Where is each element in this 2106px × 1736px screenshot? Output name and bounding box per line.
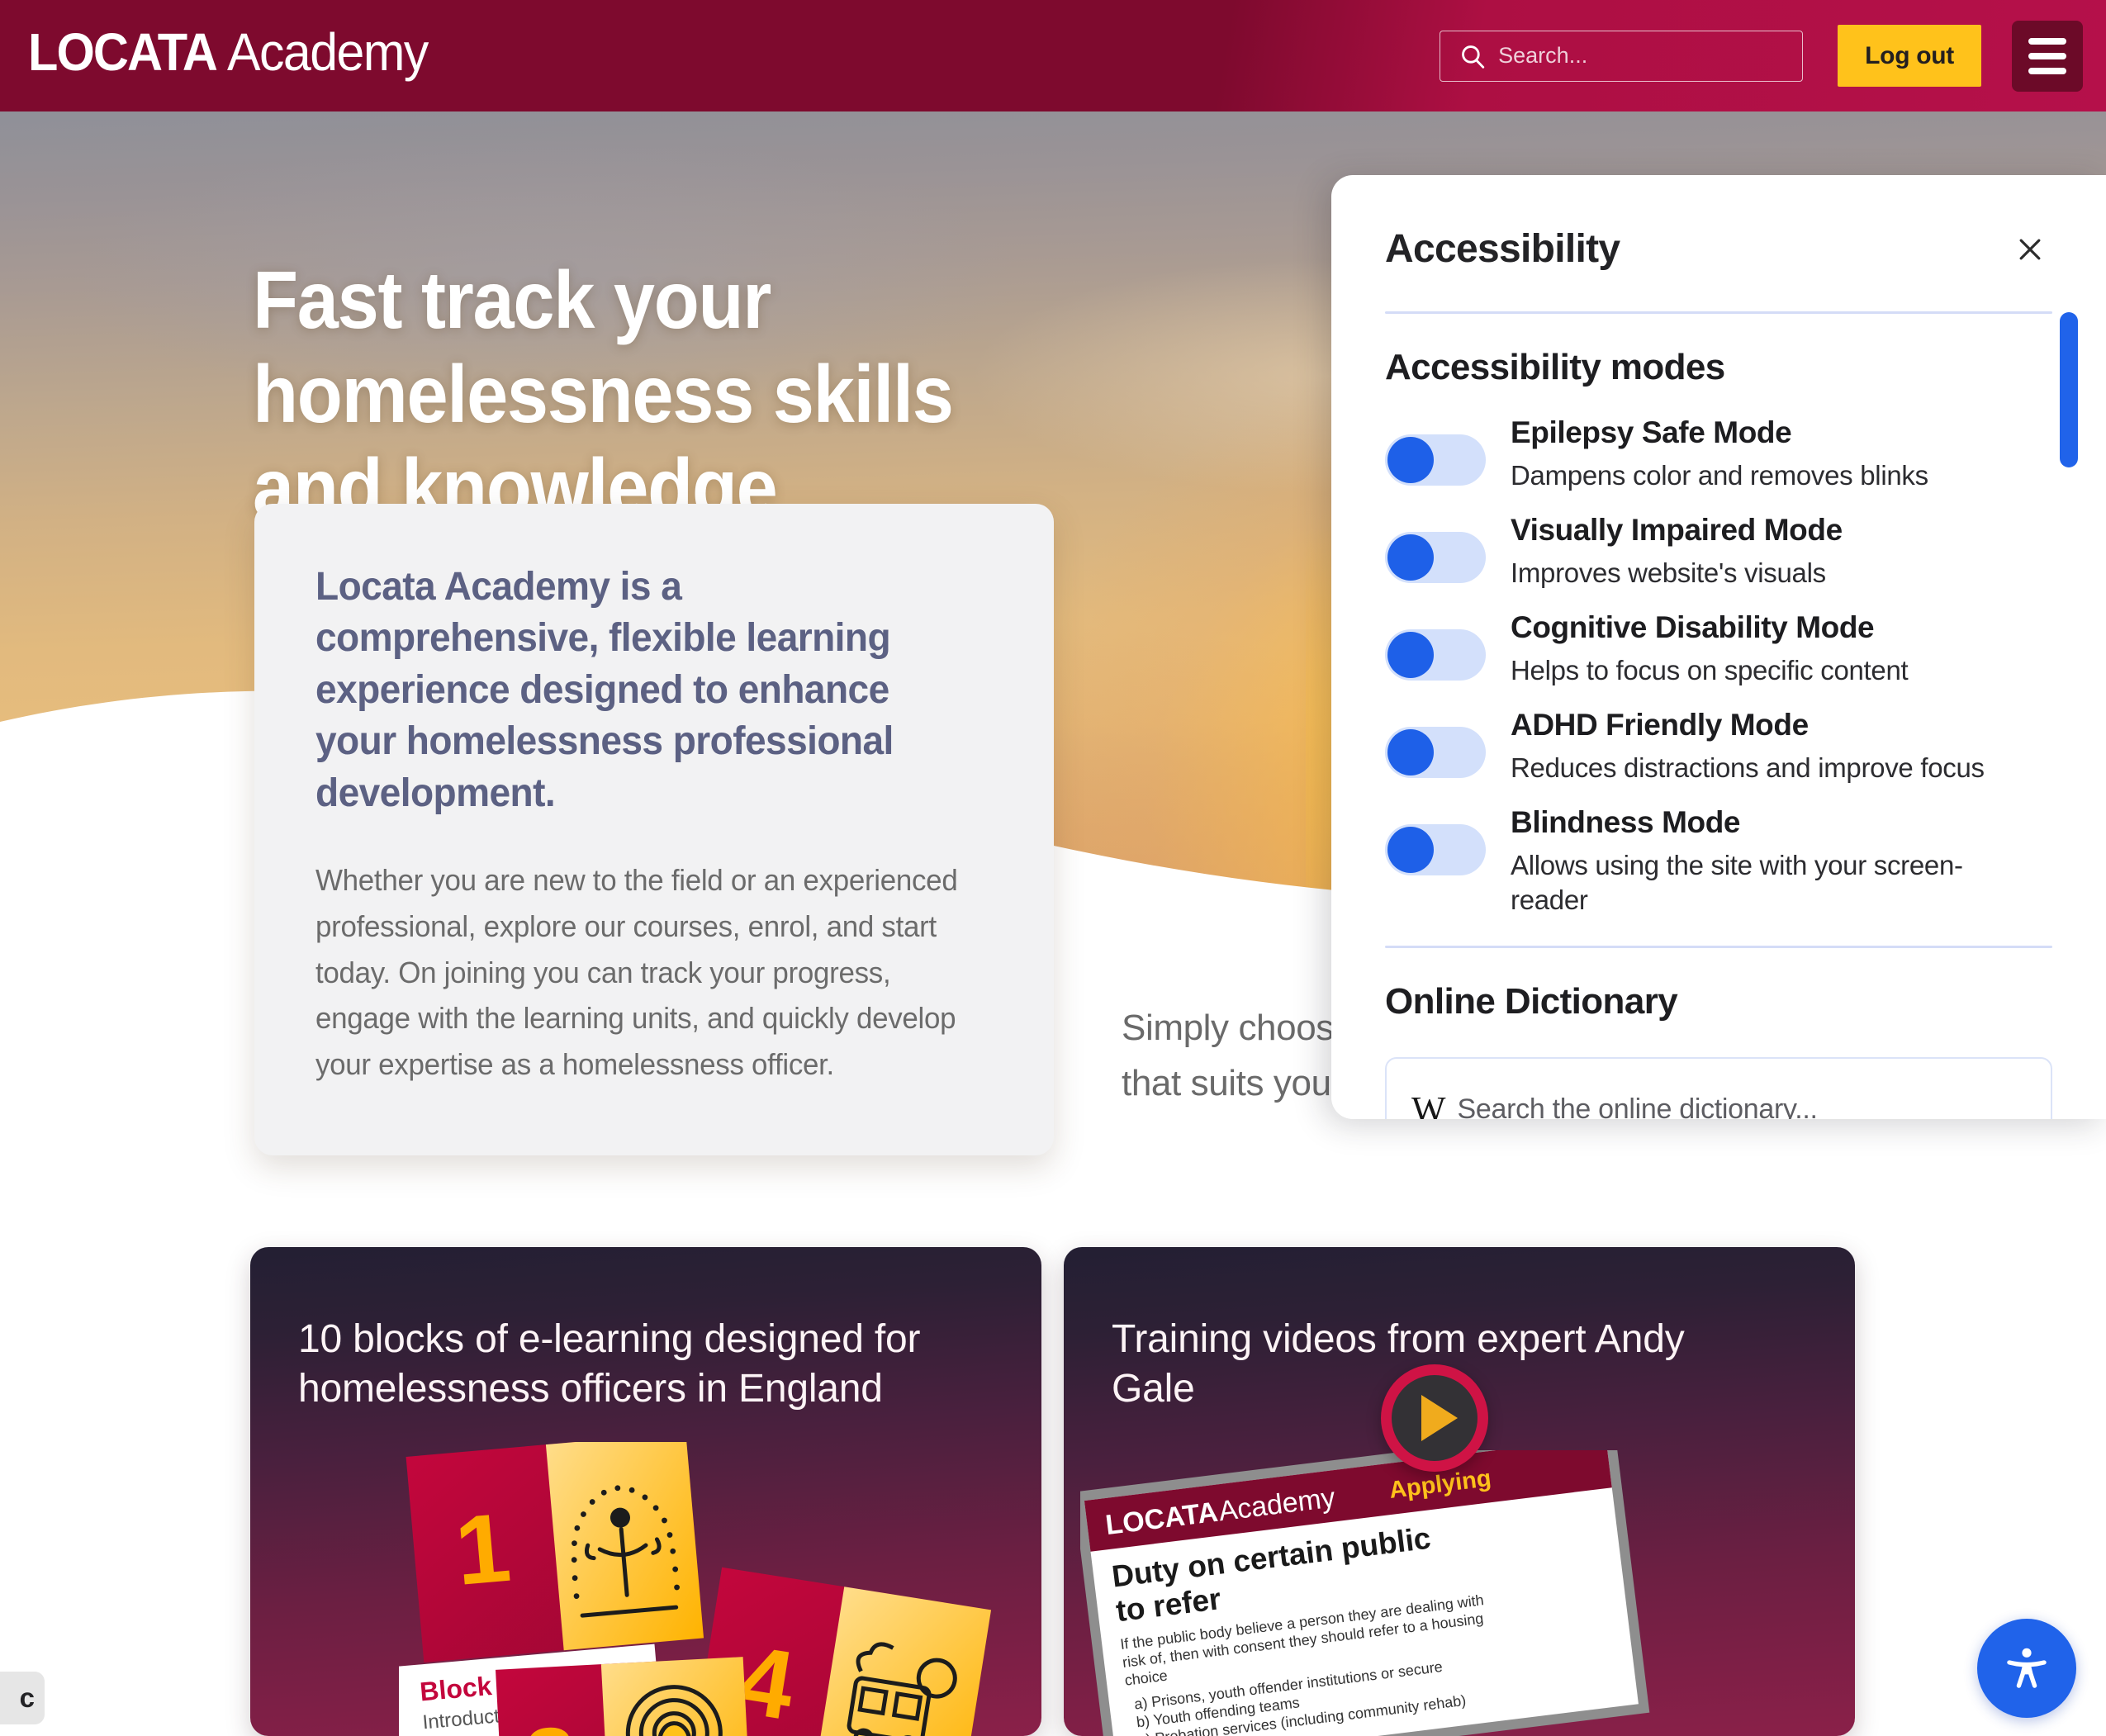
accessibility-modes-heading: Accessibility modes [1385,347,1725,387]
search-icon [1462,45,1485,69]
toggle-cognitive-disability-mode[interactable] [1385,629,1486,681]
mode-name: ADHD Friendly Mode [1511,708,1809,742]
accessibility-panel: Accessibility Accessibility modes Epilep… [1331,175,2106,1119]
logout-button[interactable]: Log out [1838,25,1981,87]
header-actions: Log out [1440,0,2083,111]
site-header: LOCATA Academy Log out [0,0,2106,111]
site-logo[interactable]: LOCATA Academy [28,21,439,83]
toggle-epilepsy-safe-mode[interactable] [1385,434,1486,486]
svg-text:8: 8 [523,1708,579,1736]
divider [1385,311,2052,314]
hero-title: Fast track your homelessness skills and … [253,254,954,534]
mode-row[interactable]: Blindness Mode Allows using the site wit… [1385,804,2052,918]
toggle-blindness-mode[interactable] [1385,824,1486,875]
toggle-adhd-friendly-mode[interactable] [1385,727,1486,778]
mode-description: Improves website's visuals [1511,557,1826,589]
accessibility-panel-title: Accessibility [1385,227,1620,271]
dictionary-search-input[interactable] [1457,1093,2026,1119]
panel-scrollbar[interactable] [2060,312,2078,467]
mode-row[interactable]: ADHD Friendly Mode Reduces distractions … [1385,707,2052,804]
accessibility-fab-button[interactable] [1977,1619,2076,1718]
blocks-illustration: 1 Block 1 Introduction to 4 [399,1442,992,1736]
promo-card-title: 10 blocks of e-learning designed for hom… [298,1317,921,1411]
play-icon [1392,1375,1478,1461]
intro-card: Locata Academy is a comprehensive, flexi… [254,504,1054,1155]
training-slide-thumbnail: LOCATA Academy Applying Duty on certain … [1080,1450,1650,1736]
toggle-visually-impaired-mode[interactable] [1385,532,1486,583]
logo-secondary-text: Academy [227,22,429,82]
divider [1385,945,2052,948]
hamburger-icon[interactable] [2012,20,2083,92]
intro-card-heading: Locata Academy is a comprehensive, flexi… [315,565,894,815]
accessibility-modes-list: Epilepsy Safe Mode Dampens color and rem… [1385,415,2052,918]
page-root: Fast track your homelessness skills and … [0,0,2106,1736]
mode-description: Reduces distractions and improve focus [1511,752,1985,784]
promo-card-elearning[interactable]: 10 blocks of e-learning designed for hom… [250,1247,1041,1736]
mode-description: Dampens color and removes blinks [1511,460,1928,491]
logo-primary-text: LOCATA [28,22,218,82]
mode-description: Allows using the site with your screen-r… [1511,850,1963,915]
dictionary-search-box[interactable]: W [1385,1056,2052,1119]
wikipedia-w-icon: W [1411,1089,1446,1119]
svg-text:1: 1 [451,1493,515,1606]
promo-cards-row: 10 blocks of e-learning designed for hom… [0,1247,2106,1736]
mode-name: Blindness Mode [1511,805,1741,839]
mode-name: Visually Impaired Mode [1511,513,1843,547]
intro-card-body: Whether you are new to the field or an e… [315,862,958,1082]
mode-name: Cognitive Disability Mode [1511,610,1875,644]
mode-row[interactable]: Epilepsy Safe Mode Dampens color and rem… [1385,415,2052,512]
mode-name: Epilepsy Safe Mode [1511,415,1792,449]
online-dictionary-heading: Online Dictionary [1385,980,1678,1022]
mode-row[interactable]: Visually Impaired Mode Improves website'… [1385,512,2052,609]
cookie-consent-tab[interactable]: c [0,1672,45,1724]
mode-description: Helps to focus on specific content [1511,655,1909,686]
search-input[interactable] [1498,32,1803,79]
accessibility-panel-header: Accessibility [1385,175,2052,272]
promo-card-training-videos[interactable]: Training videos from expert Andy Gale LO… [1064,1247,1855,1736]
close-icon[interactable] [2008,227,2052,272]
mode-row[interactable]: Cognitive Disability Mode Helps to focus… [1385,609,2052,707]
accessibility-person-icon [2007,1648,2047,1688]
video-play-button[interactable] [1381,1364,1488,1472]
search-box[interactable] [1440,30,1804,82]
